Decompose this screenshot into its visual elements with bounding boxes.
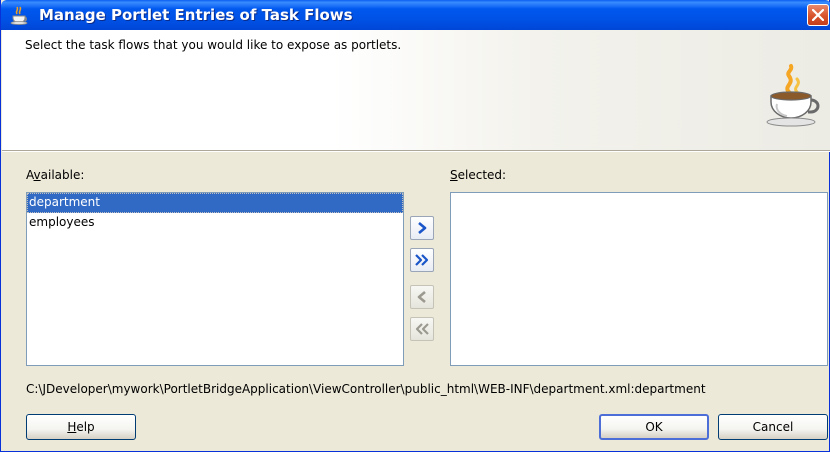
double-chevron-left-icon [415, 323, 429, 335]
selected-list[interactable] [450, 192, 828, 366]
double-chevron-right-icon [415, 254, 429, 266]
available-list[interactable]: department employees [26, 192, 404, 366]
help-button[interactable]: Help [26, 414, 136, 440]
list-item-employees[interactable]: employees [27, 213, 403, 233]
move-all-right-button[interactable] [410, 248, 434, 272]
chevron-right-icon [418, 222, 427, 234]
java-cup-icon [10, 6, 28, 25]
available-label: Available: [26, 168, 85, 182]
cancel-button[interactable]: Cancel [718, 414, 828, 440]
header-separator [2, 150, 830, 152]
title-bar[interactable]: Manage Portlet Entries of Task Flows [1, 0, 830, 30]
dialog-title: Manage Portlet Entries of Task Flows [39, 6, 353, 24]
move-all-left-button[interactable] [410, 317, 434, 341]
selected-item-path: C:\JDeveloper\mywork\PortletBridgeApplic… [26, 382, 706, 396]
close-button[interactable] [807, 4, 829, 26]
list-item-department[interactable]: department [27, 193, 403, 213]
chevron-left-icon [417, 291, 426, 303]
dialog-description: Select the task flows that you would lik… [25, 38, 402, 52]
close-icon [812, 9, 824, 21]
selected-label: Selected: [450, 168, 507, 182]
dialog-window: Manage Portlet Entries of Task Flows Sel… [0, 0, 830, 452]
move-left-button[interactable] [410, 285, 434, 309]
coffee-cup-icon [766, 64, 820, 127]
ok-button[interactable]: OK [599, 414, 709, 440]
move-right-button[interactable] [410, 216, 434, 240]
